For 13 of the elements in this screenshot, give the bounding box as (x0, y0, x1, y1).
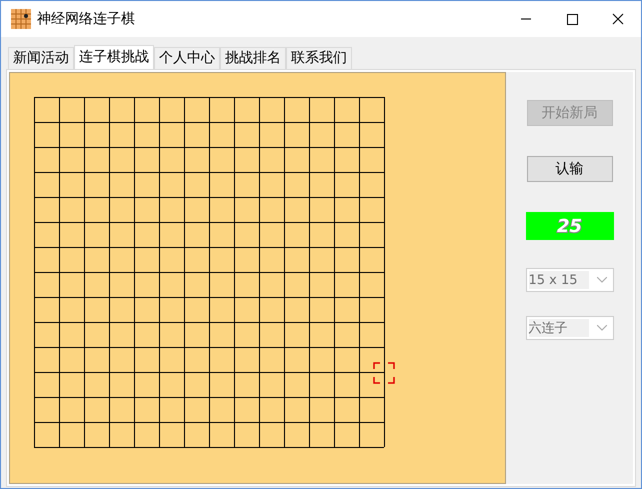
resign-button[interactable]: 认输 (526, 156, 612, 182)
timer-display: 25 (526, 212, 614, 240)
tab[interactable]: 连子棋挑战 (74, 45, 154, 69)
window-title: 神经网络连子棋 (37, 10, 135, 28)
chevron-down-icon (596, 325, 606, 331)
tab[interactable]: 新闻活动 (8, 47, 74, 69)
cursor-icon (373, 362, 395, 384)
tab[interactable]: 个人中心 (154, 47, 220, 69)
tab[interactable]: 挑战排名 (220, 47, 286, 69)
board-grid[interactable] (34, 97, 385, 448)
chevron-down-icon (596, 277, 606, 283)
board-icon (11, 9, 31, 29)
tab[interactable]: 联系我们 (286, 47, 352, 69)
